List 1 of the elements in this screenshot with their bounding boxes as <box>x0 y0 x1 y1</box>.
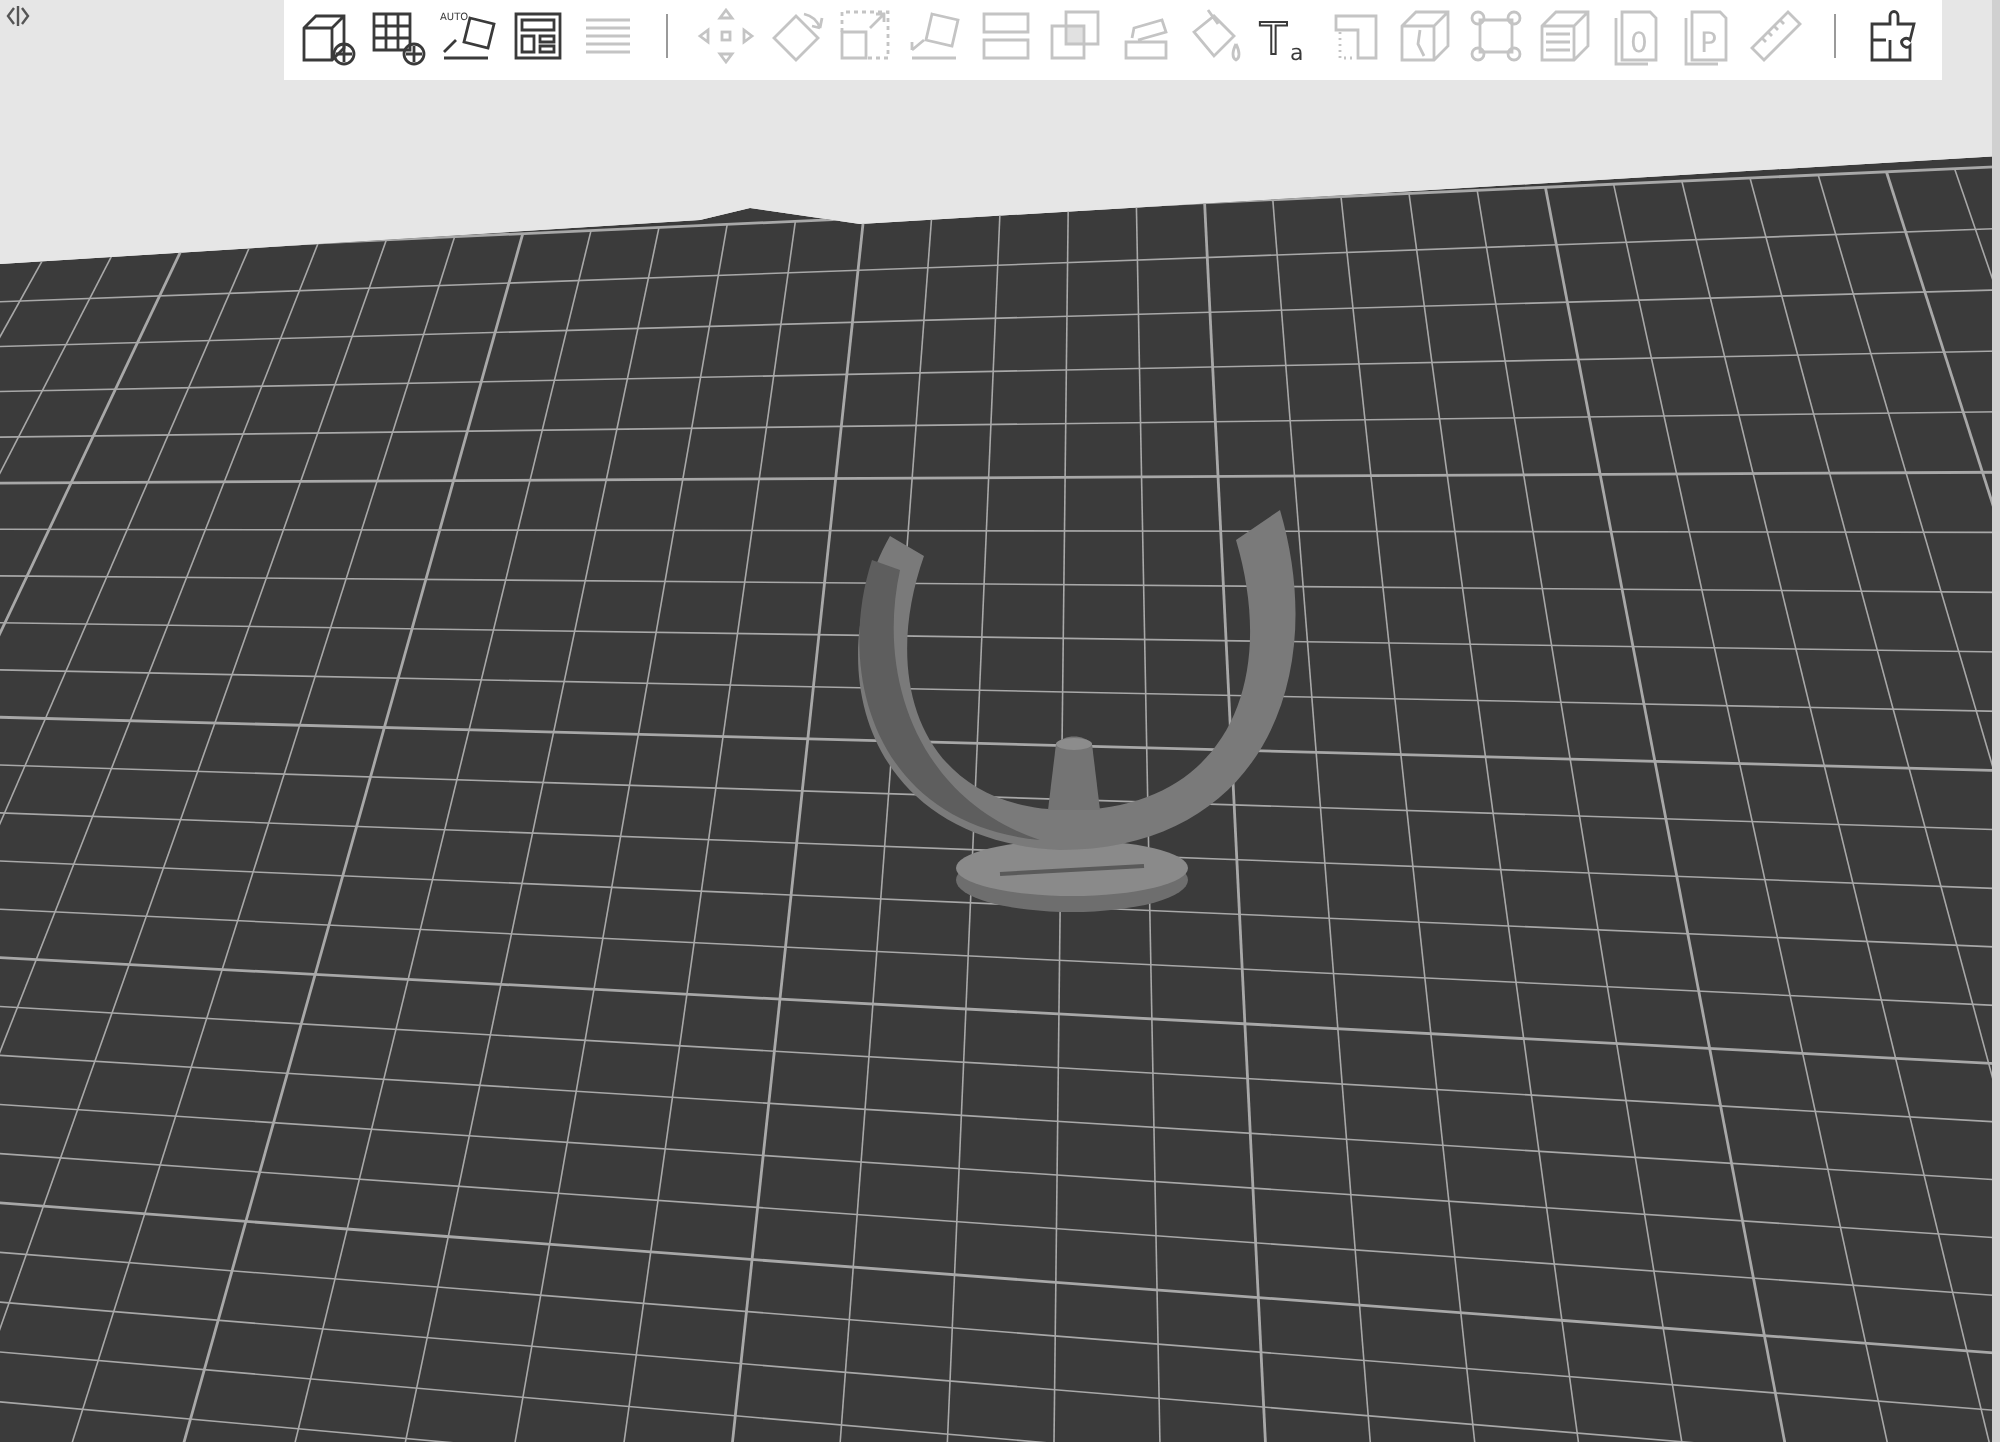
collapse-sidebar-icon[interactable] <box>4 4 32 28</box>
